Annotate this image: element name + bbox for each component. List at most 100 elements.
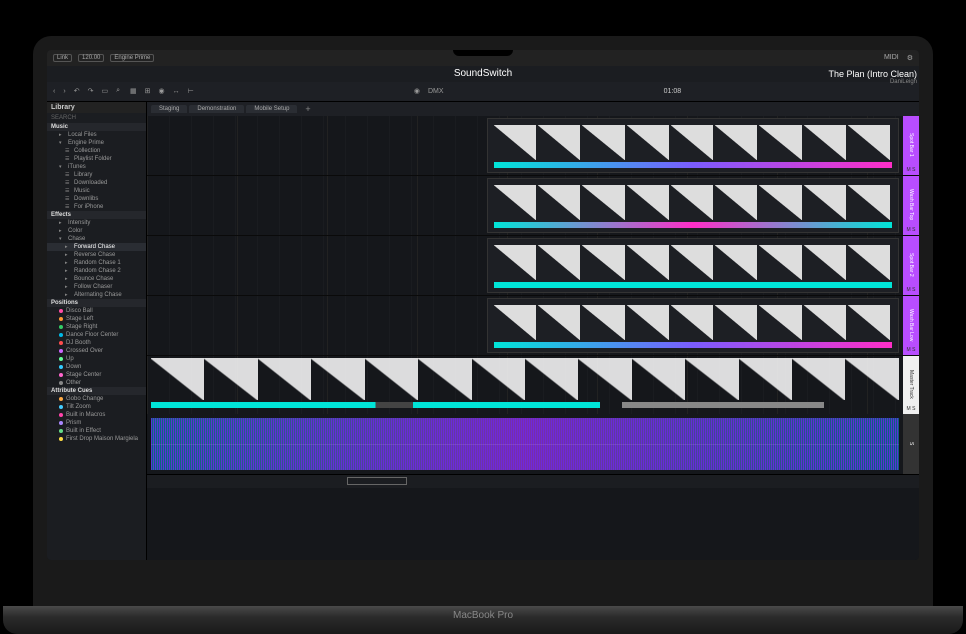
clip[interactable]: [487, 178, 899, 233]
sidebar-item[interactable]: Tilt Zoom: [47, 403, 146, 411]
track-strip-master[interactable]: Master TrackM S: [903, 356, 919, 414]
disclosure-icon[interactable]: ☰: [65, 204, 71, 210]
mute-solo[interactable]: M S: [903, 287, 919, 293]
redo-icon[interactable]: ↷: [88, 87, 94, 95]
sidebar-item[interactable]: ☰Library: [47, 171, 146, 179]
track-row[interactable]: Spot Bar 1M S: [147, 116, 919, 176]
mute-solo[interactable]: M S: [903, 347, 919, 353]
tab-add-button[interactable]: +: [299, 104, 316, 114]
sidebar-item[interactable]: ☰Collection: [47, 147, 146, 155]
sidebar-item[interactable]: ▾Chase: [47, 235, 146, 243]
snap-icon[interactable]: ⊞: [145, 87, 151, 95]
disclosure-icon[interactable]: ☰: [65, 172, 71, 178]
sidebar-item[interactable]: ▸Reverse Chase: [47, 251, 146, 259]
sidebar-item[interactable]: Stage Center: [47, 371, 146, 379]
audio-waveform-track[interactable]: S: [147, 414, 919, 474]
track-strip[interactable]: Wash Bar TopM S: [903, 176, 919, 235]
sidebar-item[interactable]: ▾iTunes: [47, 163, 146, 171]
disclosure-icon[interactable]: ☰: [65, 156, 71, 162]
globe-icon[interactable]: ◉: [158, 87, 164, 95]
loop-icon[interactable]: ↔: [173, 88, 180, 95]
tab-mobile-setup[interactable]: Mobile Setup: [246, 105, 297, 113]
tempo-badge[interactable]: 120.00: [78, 54, 104, 62]
sidebar-item[interactable]: First Drop Maison Margiela: [47, 435, 146, 443]
document-icon[interactable]: ▭: [101, 87, 108, 95]
sidebar-item[interactable]: ▸Random Chase 1: [47, 259, 146, 267]
sidebar-item[interactable]: ☰For iPhone: [47, 203, 146, 211]
sidebar-item[interactable]: ▸Local Files: [47, 131, 146, 139]
disclosure-icon[interactable]: ▸: [59, 132, 65, 138]
disclosure-icon[interactable]: ▸: [65, 244, 71, 250]
disclosure-icon[interactable]: ▸: [65, 276, 71, 282]
sidebar-search[interactable]: SEARCH: [47, 113, 146, 123]
sidebar-item[interactable]: ☰Playlist Folder: [47, 155, 146, 163]
search-icon[interactable]: ⌕: [116, 87, 120, 95]
clip[interactable]: [487, 118, 899, 173]
disclosure-icon[interactable]: ▸: [59, 220, 65, 226]
sidebar-item[interactable]: ▸Intensity: [47, 219, 146, 227]
mute-solo[interactable]: M S: [903, 227, 919, 233]
sidebar-item[interactable]: Crossed Over: [47, 347, 146, 355]
marker-icon[interactable]: ⊢: [188, 87, 194, 95]
mute-solo[interactable]: M S: [903, 167, 919, 173]
sidebar-item[interactable]: ▸Random Chase 2: [47, 267, 146, 275]
sidebar-item[interactable]: Up: [47, 355, 146, 363]
sidebar-item[interactable]: Stage Left: [47, 315, 146, 323]
loop-region[interactable]: [347, 477, 407, 485]
sidebar-item[interactable]: ▸Alternating Chase: [47, 291, 146, 299]
sidebar-item[interactable]: Prism: [47, 419, 146, 427]
track-row[interactable]: Wash Bar TopM S: [147, 176, 919, 236]
sidebar-item[interactable]: Dance Floor Center: [47, 331, 146, 339]
sidebar-item[interactable]: ☰Downlibs: [47, 195, 146, 203]
link-badge[interactable]: Link: [53, 54, 72, 62]
timeline-ruler[interactable]: [147, 474, 919, 488]
master-track[interactable]: Master TrackM S: [147, 356, 919, 414]
track-strip[interactable]: Spot Bar 2M S: [903, 236, 919, 295]
sidebar-item[interactable]: Other: [47, 379, 146, 387]
disclosure-icon[interactable]: ▸: [65, 284, 71, 290]
disclosure-icon[interactable]: ▾: [59, 236, 65, 242]
forward-icon[interactable]: ›: [63, 88, 65, 95]
disclosure-icon[interactable]: ▸: [59, 228, 65, 234]
sidebar-item[interactable]: Stage Right: [47, 323, 146, 331]
disclosure-icon[interactable]: ▾: [59, 140, 65, 146]
waveform-strip[interactable]: S: [903, 414, 919, 474]
back-icon[interactable]: ‹: [53, 88, 55, 95]
mute-solo[interactable]: M S: [903, 406, 919, 412]
grid-icon[interactable]: ▦: [130, 87, 137, 95]
disclosure-icon[interactable]: ☰: [65, 196, 71, 202]
disclosure-icon[interactable]: ☰: [65, 188, 71, 194]
master-envelope[interactable]: [151, 358, 899, 400]
sidebar-item[interactable]: Disco Ball: [47, 307, 146, 315]
disclosure-icon[interactable]: ▾: [59, 164, 65, 170]
midi-label[interactable]: MIDI: [884, 54, 899, 61]
track-row[interactable]: Spot Bar 2M S: [147, 236, 919, 296]
undo-icon[interactable]: ↶: [74, 87, 80, 95]
track-strip[interactable]: Wash Bar LowM S: [903, 296, 919, 355]
sidebar-item[interactable]: ▸Bounce Chase: [47, 275, 146, 283]
sidebar-item[interactable]: ☰Downloaded: [47, 179, 146, 187]
dmx-label[interactable]: DMX: [428, 88, 444, 95]
sidebar-item[interactable]: ☰Music: [47, 187, 146, 195]
sidebar-item[interactable]: Gobo Change: [47, 395, 146, 403]
track-strip[interactable]: Spot Bar 1M S: [903, 116, 919, 175]
tab-staging[interactable]: Staging: [151, 105, 187, 113]
clip[interactable]: [487, 238, 899, 293]
sidebar-item[interactable]: ▸Forward Chase: [47, 243, 146, 251]
disclosure-icon[interactable]: ▸: [65, 260, 71, 266]
disclosure-icon[interactable]: ▸: [65, 268, 71, 274]
track-area[interactable]: Spot Bar 1M S Wash Bar TopM S: [147, 116, 919, 560]
sidebar-item[interactable]: ▾Engine Prime: [47, 139, 146, 147]
sidebar-item[interactable]: ▸Follow Chaser: [47, 283, 146, 291]
sidebar-item[interactable]: DJ Booth: [47, 339, 146, 347]
disclosure-icon[interactable]: ☰: [65, 180, 71, 186]
track-row[interactable]: Wash Bar LowM S: [147, 296, 919, 356]
sidebar-item[interactable]: Built in Macros: [47, 411, 146, 419]
sidebar-item[interactable]: ▸Color: [47, 227, 146, 235]
eye-icon[interactable]: ◉: [414, 87, 420, 95]
disclosure-icon[interactable]: ▸: [65, 292, 71, 298]
sidebar-item[interactable]: Built in Effect: [47, 427, 146, 435]
clip[interactable]: [487, 298, 899, 353]
disclosure-icon[interactable]: ▸: [65, 252, 71, 258]
tab-demonstration[interactable]: Demonstration: [189, 105, 244, 113]
